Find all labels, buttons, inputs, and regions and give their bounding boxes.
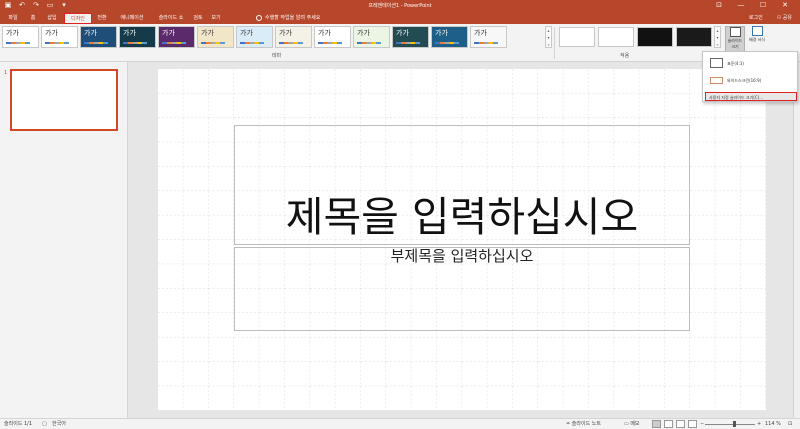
variant-1[interactable]: [559, 27, 595, 47]
theme-10[interactable]: 가가: [353, 26, 390, 48]
slide-thumbnail[interactable]: [10, 69, 118, 131]
slideshow-view-button[interactable]: [688, 420, 697, 428]
vertical-scrollbar[interactable]: [793, 62, 800, 418]
theme-11[interactable]: 가가: [392, 26, 429, 48]
widescreen-16-9-icon: [710, 77, 723, 84]
group-separator: [554, 27, 555, 59]
comments-button[interactable]: ▭ 메모: [624, 419, 640, 429]
title-bar: ▣ ↶ ↷ ▭ ▾ 프레젠테이션1 - PowerPoint ⊡ — ☐ ✕: [0, 0, 800, 11]
group-label-theme: 테마: [272, 53, 282, 59]
tab-review[interactable]: 검토: [190, 13, 206, 24]
signin-link[interactable]: 로그인: [749, 13, 763, 24]
tab-animations[interactable]: 애니메이션: [114, 13, 150, 24]
tell-me-text: 수행할 작업을 알려 주세요: [265, 15, 321, 21]
status-bar: 슬라이드 1/1 ▢ 한국어 ≐ 슬라이드 노트 ▭ 메모 − + 114 % …: [0, 418, 800, 429]
tab-file[interactable]: 파일: [5, 13, 21, 24]
theme-office[interactable]: 가가: [2, 26, 39, 48]
tab-slideshow[interactable]: 슬라이드 쇼: [154, 13, 188, 24]
theme-gallery-scroll[interactable]: ▴ ▾ ▿: [545, 26, 552, 48]
variant-2[interactable]: [598, 27, 634, 47]
tab-view[interactable]: 보기: [208, 13, 224, 24]
lightbulb-icon: [256, 14, 262, 21]
ribbon-tabs: 파일 홈 삽입 디자인 전환 애니메이션 슬라이드 쇼 검토 보기 수행할 작업…: [0, 11, 800, 24]
theme-6[interactable]: 가가: [197, 26, 234, 48]
theme-13[interactable]: 가가: [470, 26, 507, 48]
spellcheck-icon[interactable]: ▢: [42, 419, 47, 429]
zoom-in-button[interactable]: +: [757, 419, 761, 429]
slide-counter: 슬라이드 1/1: [4, 421, 33, 427]
theme-12[interactable]: 가가: [431, 26, 468, 48]
window-controls: ⊡ — ☐ ✕: [708, 0, 796, 11]
theme-3[interactable]: 가가: [80, 26, 117, 48]
slide-size-menu: 표준(4:3) 와이드스크린(16:9) 사용자 지정 슬라이드 크기(C)..…: [702, 51, 798, 102]
slide-size-button[interactable]: 슬라이드 크기: [725, 26, 745, 52]
zoom-slider[interactable]: [705, 424, 755, 425]
minimize-button[interactable]: —: [730, 0, 752, 11]
notes-button[interactable]: ≐ 슬라이드 노트: [566, 419, 601, 429]
theme-9[interactable]: 가가: [314, 26, 351, 48]
variant-gallery-scroll[interactable]: ▴ ▾ ▿: [714, 26, 721, 48]
share-button[interactable]: ⚇ 공유: [777, 13, 792, 24]
zoom-out-button[interactable]: −: [700, 419, 704, 429]
slide-sorter-button[interactable]: [664, 420, 673, 428]
tab-design[interactable]: 디자인: [64, 13, 92, 24]
subtitle-placeholder-text: 부제목을 입력하십시오: [390, 247, 534, 265]
window-title: 프레젠테이션1 - PowerPoint: [368, 3, 432, 9]
tab-insert[interactable]: 삽입: [44, 13, 60, 24]
reading-view-button[interactable]: [676, 420, 685, 428]
zoom-slider-thumb[interactable]: [733, 421, 737, 427]
slide-number: 1: [4, 70, 8, 76]
theme-8[interactable]: 가가: [275, 26, 312, 48]
tab-home[interactable]: 홈: [26, 13, 40, 24]
tab-transitions[interactable]: 전환: [94, 13, 110, 24]
normal-view-button[interactable]: [652, 420, 661, 428]
theme-office-2[interactable]: 가가: [41, 26, 78, 48]
title-placeholder-text: 제목을 입력하십시오: [285, 193, 639, 241]
theme-7[interactable]: 가가: [236, 26, 273, 48]
format-background-icon: [751, 26, 763, 36]
zoom-level[interactable]: 114 %: [765, 419, 781, 429]
variant-3[interactable]: [637, 27, 673, 47]
format-background-button[interactable]: 배경 서식: [747, 26, 767, 52]
ribbon-display-options-icon[interactable]: ⊡: [708, 0, 730, 11]
menu-item-widescreen[interactable]: 와이드스크린(16:9): [705, 73, 797, 88]
slide-size-icon: [729, 27, 741, 37]
theme-gallery: 가가 가가 가가 가가 가가 가가 가가 가가 가가 가가 가가 가가 가가: [2, 26, 507, 48]
theme-4[interactable]: 가가: [119, 26, 156, 48]
tell-me-box[interactable]: 수행할 작업을 알려 주세요: [256, 13, 320, 24]
fit-to-window-icon[interactable]: ⊡: [788, 419, 792, 429]
close-button[interactable]: ✕: [774, 0, 796, 11]
variant-4[interactable]: [676, 27, 712, 47]
ribbon-design: 가가 가가 가가 가가 가가 가가 가가 가가 가가 가가 가가 가가 가가 ▴…: [0, 24, 800, 62]
theme-5[interactable]: 가가: [158, 26, 195, 48]
menu-item-custom-size[interactable]: 사용자 지정 슬라이드 크기(C)...: [705, 92, 797, 101]
group-label-variants: 적용: [620, 53, 630, 59]
language-indicator[interactable]: 한국어: [52, 419, 66, 429]
menu-item-standard[interactable]: 표준(4:3): [705, 56, 797, 71]
maximize-button[interactable]: ☐: [752, 0, 774, 11]
standard-4-3-icon: [710, 58, 723, 68]
slide-canvas[interactable]: 제목을 입력하십시오 부제목을 입력하십시오: [158, 69, 766, 410]
